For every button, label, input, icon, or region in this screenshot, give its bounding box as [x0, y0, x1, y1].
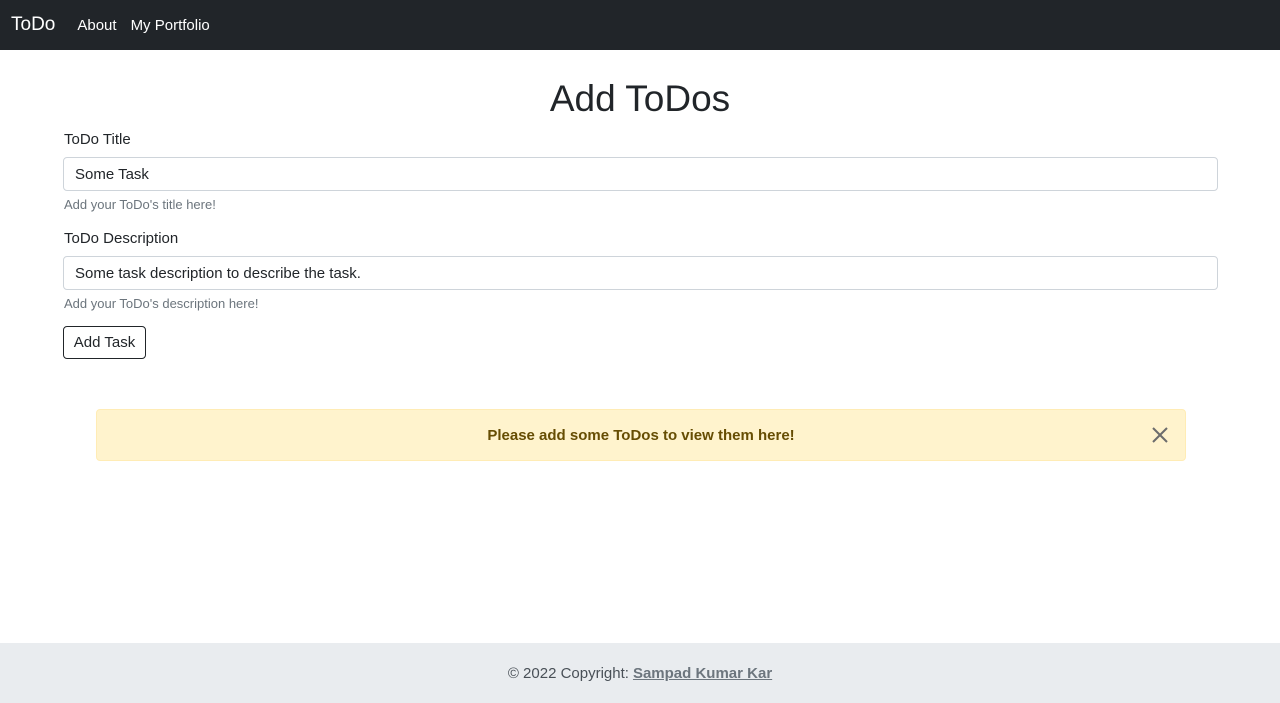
footer: © 2022 Copyright: Sampad Kumar Kar — [0, 643, 1280, 703]
page-title: Add ToDos — [549, 78, 731, 119]
brand-link[interactable]: ToDo — [11, 14, 55, 36]
empty-todos-alert: Please add some ToDos to view them here! — [96, 409, 1186, 461]
navbar: ToDo About My Portfolio — [0, 0, 1280, 50]
todo-description-input[interactable] — [63, 256, 1218, 290]
todo-description-label: ToDo Description — [64, 230, 179, 247]
close-icon[interactable] — [1149, 424, 1171, 446]
nav-link-portfolio[interactable]: My Portfolio — [131, 17, 210, 34]
todo-title-input[interactable] — [63, 157, 1218, 191]
todo-title-label: ToDo Title — [64, 131, 131, 148]
nav-link-about[interactable]: About — [77, 17, 116, 34]
todo-title-help: Add your ToDo's title here! — [64, 197, 216, 212]
add-task-button[interactable]: Add Task — [63, 326, 146, 359]
footer-author-link[interactable]: Sampad Kumar Kar — [633, 665, 772, 682]
todo-description-help: Add your ToDo's description here! — [64, 296, 259, 311]
alert-message: Please add some ToDos to view them here! — [487, 426, 795, 444]
footer-copyright: © 2022 Copyright: — [507, 664, 629, 682]
